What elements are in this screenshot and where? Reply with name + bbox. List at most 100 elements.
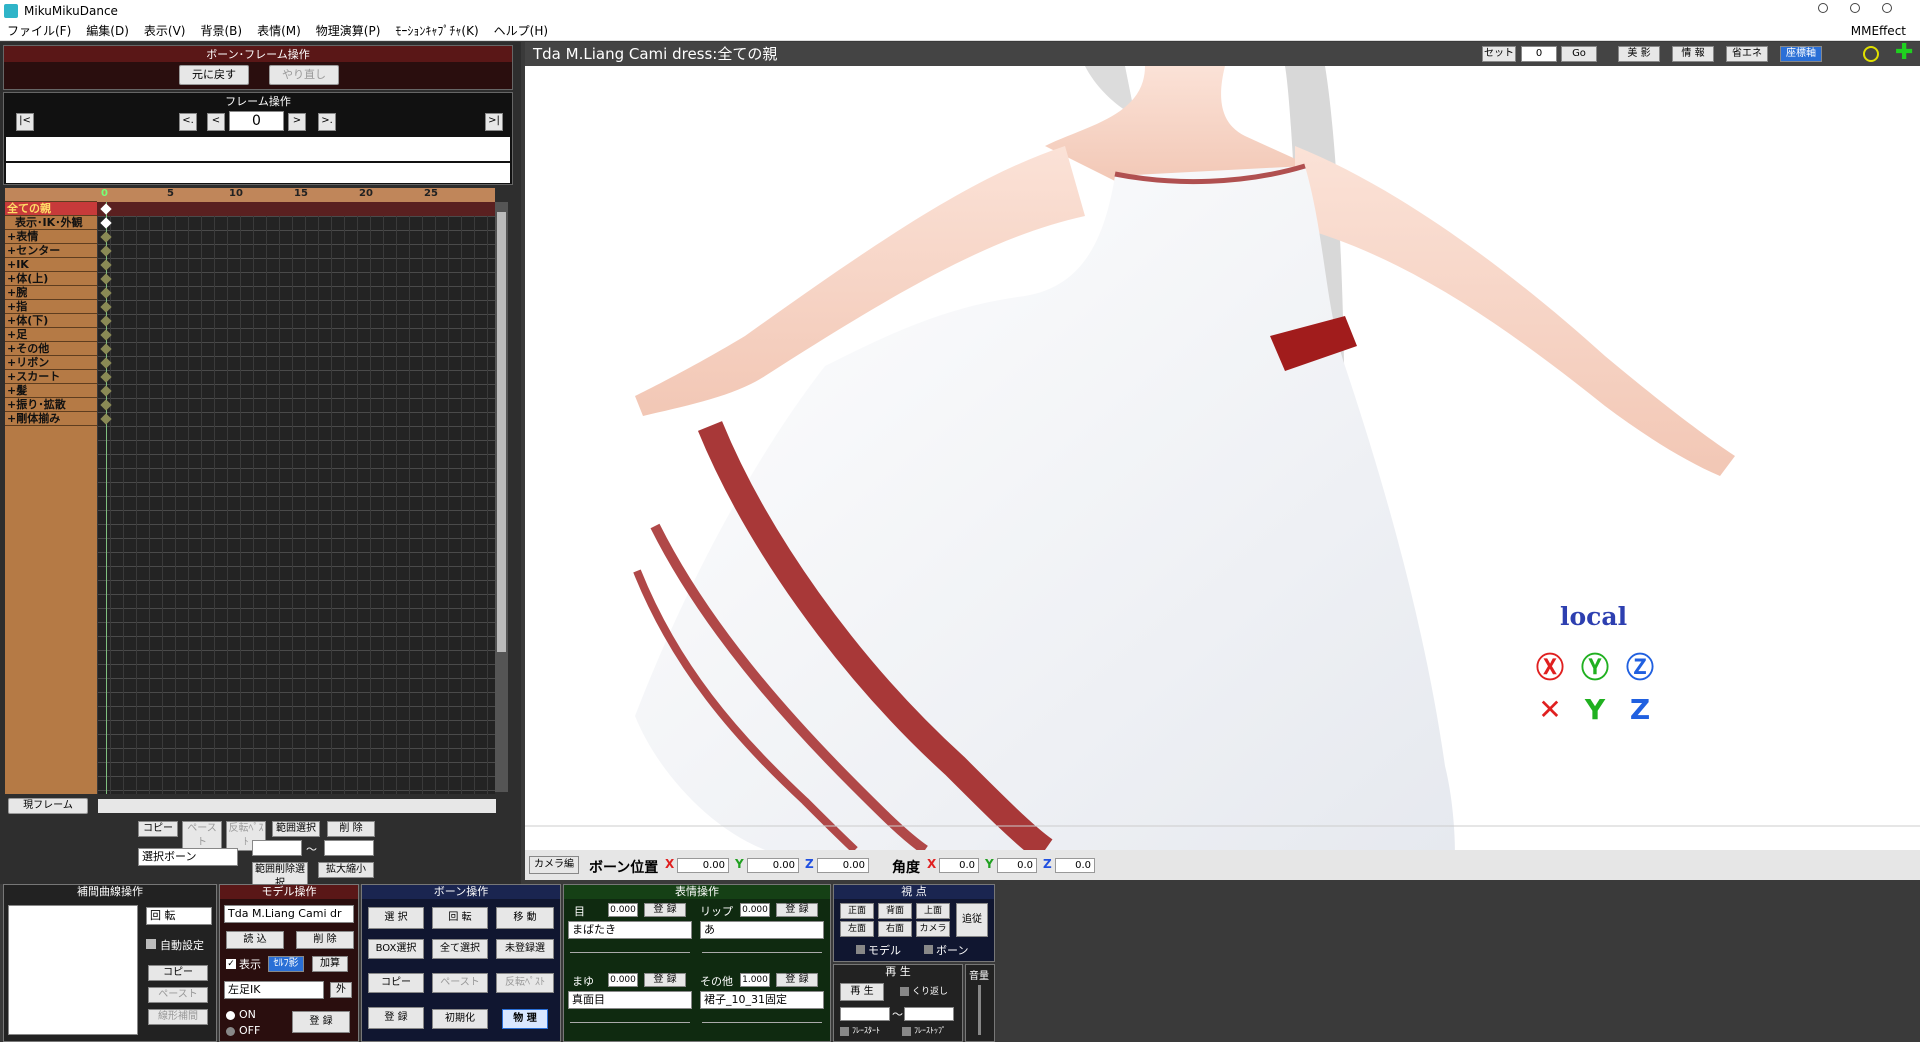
select-bone-dropdown[interactable]: 選択ボーン [138,848,238,866]
timeline-row-name[interactable]: +剛体揃み [5,412,97,426]
back-view-button[interactable]: 背面 [878,903,912,919]
interp-copy-button[interactable]: コピー [148,965,208,981]
eye-dropdown[interactable]: まばたき [568,921,692,939]
redo-button[interactable]: やり直し [269,65,339,85]
play-start-input[interactable] [840,1007,890,1021]
other-register-button[interactable]: 登 録 [776,973,818,987]
brow-value[interactable]: 0.000 [608,973,638,987]
move-x-icon[interactable]: ✕ [1535,693,1565,726]
timeline-row-name[interactable]: +振り･拡散 [5,398,97,412]
select-all-button[interactable]: 全て選択 [432,939,488,959]
bone-paste-button[interactable]: ペースト [432,973,488,993]
lip-value[interactable]: 0.000 [740,903,770,917]
move-z-icon[interactable]: Z [1625,693,1655,726]
shadow-button[interactable]: 美 影 [1618,46,1660,62]
last-frame-button[interactable]: >| [485,113,503,131]
viewport[interactable]: Tda M.Liang Cami dress:全ての親 セット 0 Go 美 影… [525,42,1920,850]
menu-physics[interactable]: 物理演算(P) [309,22,389,39]
lip-dropdown[interactable]: あ [700,921,824,939]
set-button[interactable]: セット [1482,46,1516,62]
lip-slider[interactable] [702,943,822,953]
bone-select-button[interactable]: 選 択 [368,907,424,929]
prev-frame-button[interactable]: < [207,113,225,131]
frame-number-input[interactable]: 0 [229,111,284,131]
on-radio[interactable] [226,1011,235,1020]
self-shadow-button[interactable]: ｾﾙﾌ影 [268,956,304,972]
rotate-y-icon[interactable]: Ⓨ [1580,646,1610,684]
auto-checkbox[interactable] [146,939,156,949]
bone-move-button[interactable]: 移 動 [496,907,554,929]
keyframe-diamond[interactable] [100,287,112,299]
timeline-hscroll[interactable] [98,799,496,813]
keyframe-diamond[interactable] [100,259,112,271]
model-register-button[interactable]: 登 録 [292,1011,350,1033]
timeline-row-name[interactable]: +足 [5,328,97,342]
menu-view[interactable]: 表示(V) [137,22,194,39]
other-value[interactable]: 1.000 [740,973,770,987]
pos-z-input[interactable]: 0.00 [817,858,869,873]
next-key-button[interactable]: >. [318,113,336,131]
ik-dropdown[interactable]: 左足IK [224,981,324,999]
fstop-checkbox[interactable] [902,1027,911,1036]
keyframe-diamond[interactable] [100,315,112,327]
range-select-button[interactable]: 範囲選択 [272,821,320,837]
move-view-icon[interactable]: ✚ [1895,42,1913,64]
interp-paste-button[interactable]: ペースト [148,987,208,1003]
unregistered-select-button[interactable]: 未登録選 [496,939,554,959]
axis-button[interactable]: 座標軸 [1780,46,1822,62]
keyframe-diamond[interactable] [100,357,112,369]
timeline-row-name[interactable]: +スカート [5,370,97,384]
maximize-button[interactable] [1850,3,1860,13]
move-y-icon[interactable]: Y [1580,693,1610,726]
timeline-row-name[interactable]: +体(下) [5,314,97,328]
off-radio[interactable] [226,1027,235,1036]
eye-register-button[interactable]: 登 録 [644,903,686,917]
outer-button[interactable]: 外 [330,982,352,998]
brow-slider[interactable] [570,1013,690,1023]
next-frame-button[interactable]: > [288,113,306,131]
menu-background[interactable]: 背景(B) [193,22,250,39]
keyframe-diamond[interactable] [100,273,112,285]
timeline-vscroll-thumb[interactable] [497,212,506,652]
angle-x-input[interactable]: 0.0 [939,858,979,873]
timeline-row-name[interactable]: 全ての親 [5,202,97,216]
timeline-row-name[interactable]: +髪 [5,384,97,398]
model-delete-button[interactable]: 削 除 [296,931,354,949]
close-button[interactable] [1882,3,1892,13]
keyframe-diamond[interactable] [100,245,112,257]
paste-frame-button[interactable]: ペースト [182,821,222,851]
info-button[interactable]: 情 報 [1672,46,1714,62]
timeline-grid[interactable] [97,202,495,794]
repeat-checkbox[interactable] [900,987,909,996]
bone-copy-button[interactable]: コピー [368,973,424,993]
minimize-button[interactable] [1818,3,1828,13]
current-frame-button[interactable]: 現フレーム [8,798,88,814]
top-view-button[interactable]: 上面 [916,903,950,919]
keyframe-diamond[interactable] [100,385,112,397]
camera-edit-tab[interactable]: カメラ編 [529,856,579,874]
rotate-x-icon[interactable]: Ⓧ [1535,646,1565,684]
model-checkbox[interactable] [856,945,865,954]
keyframe-diamond[interactable] [100,231,112,243]
timeline-row-name[interactable]: +リボン [5,356,97,370]
play-end-input[interactable] [904,1007,954,1021]
go-button[interactable]: Go [1561,46,1597,62]
keyframe-diamond[interactable] [100,329,112,341]
interp-curve-editor[interactable] [8,905,138,1035]
timeline-row-name[interactable]: 表示･IK･外観 [5,216,97,230]
linear-interp-button[interactable]: 線形補間 [148,1009,208,1025]
menu-edit[interactable]: 編集(D) [79,22,137,39]
keyframe-diamond[interactable] [100,217,112,229]
timeline-row-name[interactable]: +体(上) [5,272,97,286]
pos-x-input[interactable]: 0.00 [677,858,729,873]
brow-register-button[interactable]: 登 録 [644,973,686,987]
menu-mmeffect[interactable]: MMEffect [1844,24,1914,38]
timeline-row-name[interactable]: +指 [5,300,97,314]
box-select-button[interactable]: BOX選択 [368,939,424,959]
brow-dropdown[interactable]: 真面目 [568,991,692,1009]
show-checkbox[interactable]: ✓ [226,959,236,969]
bone-init-button[interactable]: 初期化 [432,1009,488,1029]
keyframe-diamond[interactable] [100,343,112,355]
copy-frame-button[interactable]: コピー [138,821,178,837]
keyframe-diamond[interactable] [100,413,112,425]
